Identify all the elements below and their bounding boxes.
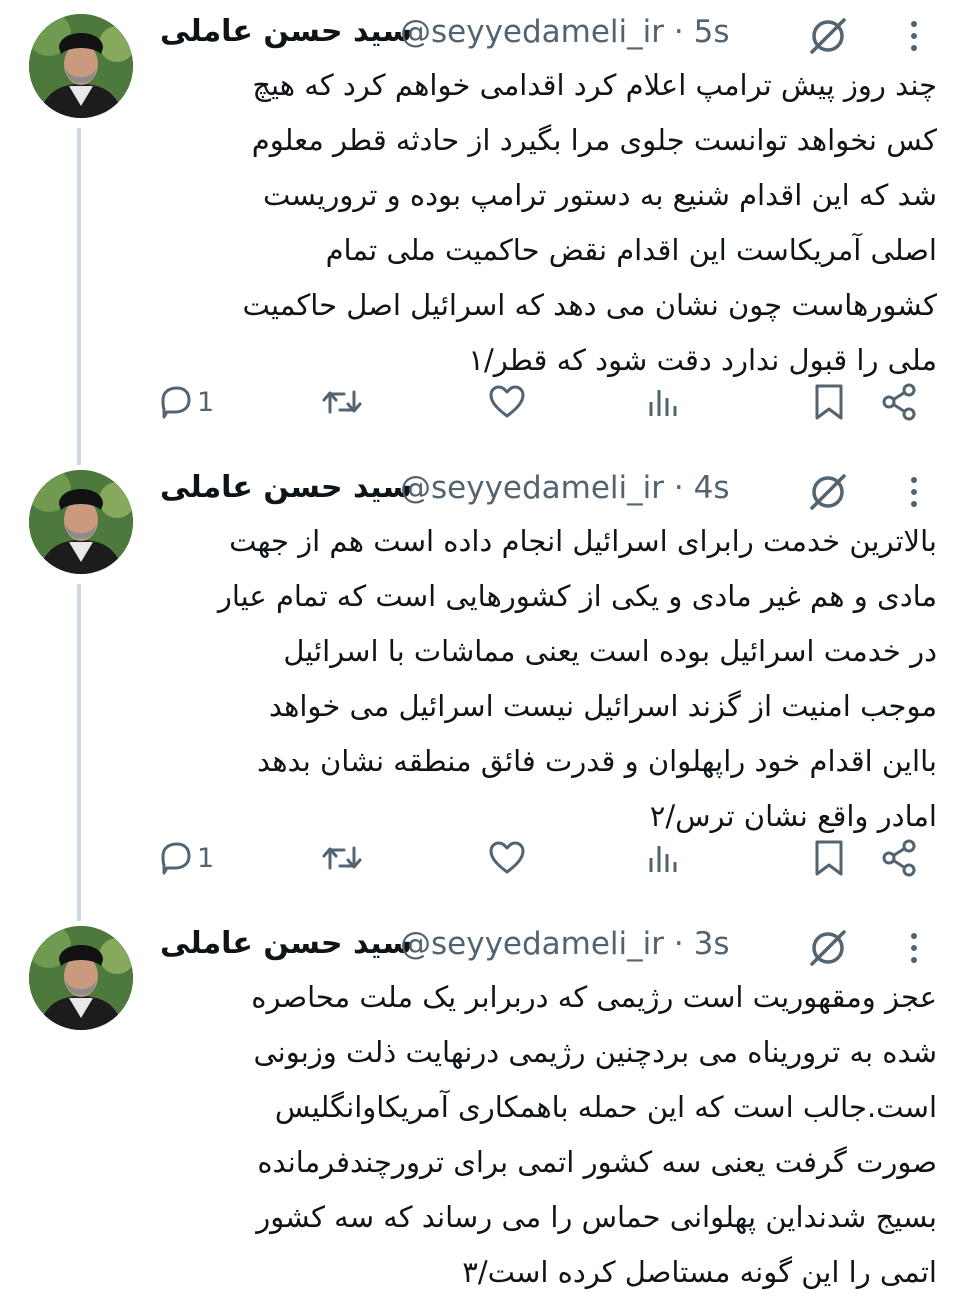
tweet-text: چند روز پیش ترامپ اعلام کرد اقدامی خواهم… <box>242 68 938 377</box>
author-name[interactable]: سید حسن عاملی <box>160 14 412 49</box>
reply-count: 1 <box>197 842 215 874</box>
share-button[interactable] <box>879 836 919 880</box>
more-icon[interactable] <box>900 16 928 56</box>
timestamp[interactable]: 4s <box>694 470 730 506</box>
avatar[interactable] <box>29 14 133 118</box>
tweet-header: سید حسن عاملی @seyyedameli_ir · 4s <box>160 468 800 514</box>
retweet-icon <box>320 838 364 878</box>
reply-button[interactable]: 1 <box>155 836 214 880</box>
grok-icon[interactable] <box>806 14 850 58</box>
tweet-header: سید حسن عاملی @seyyedameli_ir · 5s <box>160 12 800 58</box>
timestamp[interactable]: 5s <box>694 14 730 50</box>
share-button[interactable] <box>879 380 919 424</box>
like-button[interactable] <box>487 380 527 424</box>
separator-dot: · <box>673 926 684 962</box>
more-icon[interactable] <box>900 928 928 968</box>
avatar[interactable] <box>29 926 133 1030</box>
retweet-button[interactable] <box>320 836 364 880</box>
views-icon <box>643 382 683 422</box>
action-bar: 1 <box>155 836 935 886</box>
bookmark-button[interactable] <box>811 380 847 424</box>
reply-icon <box>155 838 195 878</box>
share-icon <box>879 382 919 422</box>
tweet-text: بالاترین خدمت رابرای اسرائیل انجام داده … <box>217 524 937 833</box>
reply-count: 1 <box>197 386 215 418</box>
bookmark-icon <box>811 838 847 878</box>
grok-icon[interactable] <box>806 926 850 970</box>
author-name[interactable]: سید حسن عاملی <box>160 926 412 961</box>
separator-dot: · <box>673 470 684 506</box>
views-icon <box>643 838 683 878</box>
tweet-header: سید حسن عاملی @seyyedameli_ir · 3s <box>160 924 800 970</box>
views-button[interactable] <box>643 380 683 424</box>
avatar[interactable] <box>29 470 133 574</box>
like-button[interactable] <box>487 836 527 880</box>
handle-time: @seyyedameli_ir · 3s <box>400 926 729 962</box>
handle-time: @seyyedameli_ir · 4s <box>400 470 729 506</box>
bookmark-icon <box>811 382 847 422</box>
bookmark-button[interactable] <box>811 836 847 880</box>
timestamp[interactable]: 3s <box>694 926 730 962</box>
tweet-3[interactable]: سید حسن عاملی @seyyedameli_ir · 3s عجز و… <box>0 912 967 1289</box>
share-icon <box>879 838 919 878</box>
author-handle[interactable]: @seyyedameli_ir <box>400 926 664 962</box>
author-name[interactable]: سید حسن عاملی <box>160 470 412 505</box>
reply-button[interactable]: 1 <box>155 380 214 424</box>
author-handle[interactable]: @seyyedameli_ir <box>400 470 664 506</box>
heart-icon <box>487 838 527 878</box>
tweet-2[interactable]: سید حسن عاملی @seyyedameli_ir · 4s بالات… <box>0 456 967 926</box>
reply-icon <box>155 382 195 422</box>
views-button[interactable] <box>643 836 683 880</box>
separator-dot: · <box>673 14 684 50</box>
author-handle[interactable]: @seyyedameli_ir <box>400 14 664 50</box>
retweet-button[interactable] <box>320 380 364 424</box>
grok-icon[interactable] <box>806 470 850 514</box>
tweet-1[interactable]: سید حسن عاملی @seyyedameli_ir · 5s چند ر… <box>0 0 967 470</box>
tweet-text: عجز ومقهوریت است رژیمی که دربرابر یک ملت… <box>251 980 937 1289</box>
retweet-icon <box>320 382 364 422</box>
handle-time: @seyyedameli_ir · 5s <box>400 14 729 50</box>
more-icon[interactable] <box>900 472 928 512</box>
heart-icon <box>487 382 527 422</box>
action-bar: 1 <box>155 380 935 430</box>
